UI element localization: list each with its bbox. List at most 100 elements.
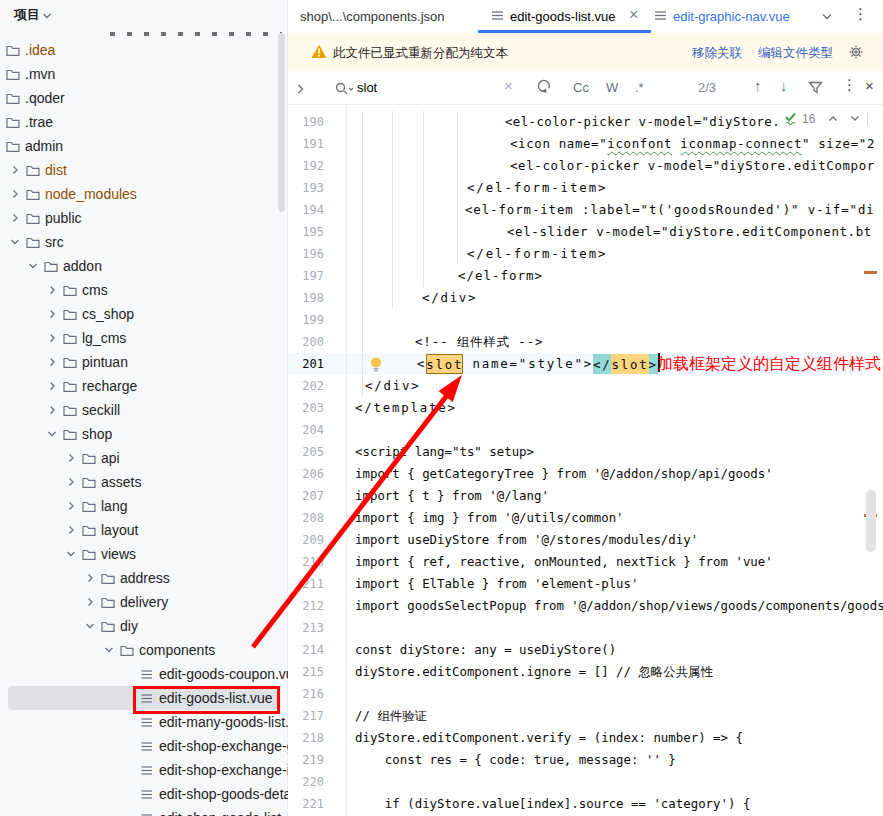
tree-item-address[interactable]: address <box>0 566 287 590</box>
gear-icon[interactable] <box>848 44 864 60</box>
chevron-right-icon[interactable] <box>66 501 76 511</box>
clipped-row-fragments <box>110 32 282 36</box>
folder-icon <box>82 476 96 489</box>
tree-item-label: admin <box>25 138 63 155</box>
tree-item-layout[interactable]: layout <box>0 518 287 542</box>
tree-item-cs-shop[interactable]: cs_shop <box>0 302 287 326</box>
expand-search-icon[interactable] <box>296 83 305 95</box>
tree-item-edit-shop-goods-list[interactable]: edit-shop-goods-list <box>0 806 287 816</box>
tree-item-.idea[interactable]: .idea <box>0 38 287 62</box>
next-match-icon[interactable]: ↓ <box>780 78 788 94</box>
code-line-212: 212import goodsSelectPopup from '@/addon… <box>288 595 883 617</box>
tree-item-dist[interactable]: dist <box>0 158 287 182</box>
tree-item-edit-shop-exchange-g[interactable]: edit-shop-exchange-g <box>0 734 287 758</box>
line-number: 220 <box>288 771 324 793</box>
tree-item-src[interactable]: src <box>0 230 287 254</box>
tree-item-admin[interactable]: admin <box>0 134 287 158</box>
intention-bulb-icon[interactable] <box>368 356 384 372</box>
chevron-down-icon[interactable] <box>85 621 95 631</box>
tree-item-.qoder[interactable]: .qoder <box>0 86 287 110</box>
tree-item-label: cms <box>82 282 108 299</box>
tree-item-cms[interactable]: cms <box>0 278 287 302</box>
line-number: 202 <box>288 375 324 397</box>
tree-item-shop[interactable]: shop <box>0 422 287 446</box>
tree-item-api[interactable]: api <box>0 446 287 470</box>
tree-item-edit-shop-goods-deta[interactable]: edit-shop-goods-deta <box>0 782 287 806</box>
code-editor[interactable]: 190<el-color-picker v-model="diyStore.ed… <box>288 105 883 816</box>
chevron-down-icon[interactable] <box>47 429 57 439</box>
tree-item-label: .idea <box>25 42 55 59</box>
tree-item-public[interactable]: public <box>0 206 287 230</box>
tree-item-diy[interactable]: diy <box>0 614 287 638</box>
chevron-down-icon[interactable] <box>104 645 114 655</box>
tab-edit-goods-list[interactable]: edit-goods-list.vue <box>510 9 616 24</box>
previous-match-icon[interactable]: ↑ <box>754 78 762 94</box>
tree-item-recharge[interactable]: recharge <box>0 374 287 398</box>
match-case-toggle[interactable]: Cc <box>573 80 589 96</box>
search-bar: slot × Cc W .* 2/3 ↑ ↓ ⋮ × <box>288 71 883 105</box>
chevron-down-icon[interactable] <box>66 549 76 559</box>
chevron-right-icon[interactable] <box>47 381 57 391</box>
line-number: 198 <box>288 287 324 309</box>
clear-search-icon[interactable]: × <box>504 78 513 94</box>
tab-options-icon[interactable]: ⋮ <box>853 5 868 23</box>
tree-item-lang[interactable]: lang <box>0 494 287 518</box>
regex-toggle[interactable]: .* <box>635 80 644 96</box>
code-text: import { t } from '@/lang' <box>355 485 549 507</box>
inspections-widget[interactable]: 16 <box>779 108 883 129</box>
search-input[interactable]: slot <box>357 80 377 96</box>
search-options-icon[interactable]: ⋮ <box>842 77 857 93</box>
next-problem-icon[interactable] <box>850 115 860 122</box>
chevron-right-icon[interactable] <box>66 453 76 463</box>
chevron-right-icon[interactable] <box>85 597 95 607</box>
words-toggle[interactable]: W <box>606 80 618 96</box>
chevron-down-icon[interactable] <box>28 261 38 271</box>
chevron-right-icon[interactable] <box>47 333 57 343</box>
tree-item-assets[interactable]: assets <box>0 470 287 494</box>
tree-item-components[interactable]: components <box>0 638 287 662</box>
prev-problem-icon[interactable] <box>828 115 838 122</box>
line-number: 208 <box>288 507 324 529</box>
chevron-right-icon[interactable] <box>10 213 20 223</box>
chevron-down-icon[interactable] <box>10 237 20 247</box>
chevron-right-icon[interactable] <box>47 357 57 367</box>
chevron-right-icon[interactable] <box>47 285 57 295</box>
project-panel-title[interactable]: 项目 <box>14 6 40 24</box>
edit-file-type-link[interactable]: 编辑文件类型 <box>758 45 833 62</box>
chevron-down-icon[interactable] <box>42 12 52 20</box>
editor-scrollbar[interactable] <box>866 490 876 552</box>
tree-item-views[interactable]: views <box>0 542 287 566</box>
tree-item-edit-goods-coupon.vu[interactable]: edit-goods-coupon.vu <box>0 662 287 686</box>
chevron-right-icon[interactable] <box>10 189 20 199</box>
tree-item-edit-shop-exchange-in[interactable]: edit-shop-exchange-in <box>0 758 287 782</box>
tree-item-lg-cms[interactable]: lg_cms <box>0 326 287 350</box>
chevron-right-icon[interactable] <box>66 525 76 535</box>
hidden-tabs-chevron-icon[interactable] <box>821 12 833 21</box>
search-newline-icon[interactable] <box>536 78 552 94</box>
close-search-icon[interactable]: × <box>865 78 874 94</box>
remove-association-link[interactable]: 移除关联 <box>692 45 742 62</box>
project-tree-scrollbar[interactable] <box>278 33 285 212</box>
tree-item-label: .qoder <box>25 90 65 107</box>
tab-components-json[interactable]: shop\...\components.json <box>300 9 445 24</box>
tree-item-.trae[interactable]: .trae <box>0 110 287 134</box>
tree-item-delivery[interactable]: delivery <box>0 590 287 614</box>
tree-item-seckill[interactable]: seckill <box>0 398 287 422</box>
chevron-right-icon[interactable] <box>47 309 57 319</box>
tree-item-node-modules[interactable]: node_modules <box>0 182 287 206</box>
search-icon[interactable] <box>335 82 355 96</box>
close-icon[interactable]: × <box>629 5 638 25</box>
chevron-right-icon[interactable] <box>47 405 57 415</box>
code-text: </div> <box>422 287 477 309</box>
chevron-right-icon[interactable] <box>66 477 76 487</box>
tab-edit-graphic-nav[interactable]: edit-graphic-nav.vue <box>673 9 790 24</box>
folder-icon <box>44 260 58 273</box>
chevron-right-icon[interactable] <box>10 165 20 175</box>
line-number: 207 <box>288 485 324 507</box>
chevron-right-icon[interactable] <box>85 573 95 583</box>
filter-icon[interactable] <box>808 81 823 94</box>
line-number: 203 <box>288 397 324 419</box>
tree-item-pintuan[interactable]: pintuan <box>0 350 287 374</box>
tree-item-addon[interactable]: addon <box>0 254 287 278</box>
tree-item-.mvn[interactable]: .mvn <box>0 62 287 86</box>
